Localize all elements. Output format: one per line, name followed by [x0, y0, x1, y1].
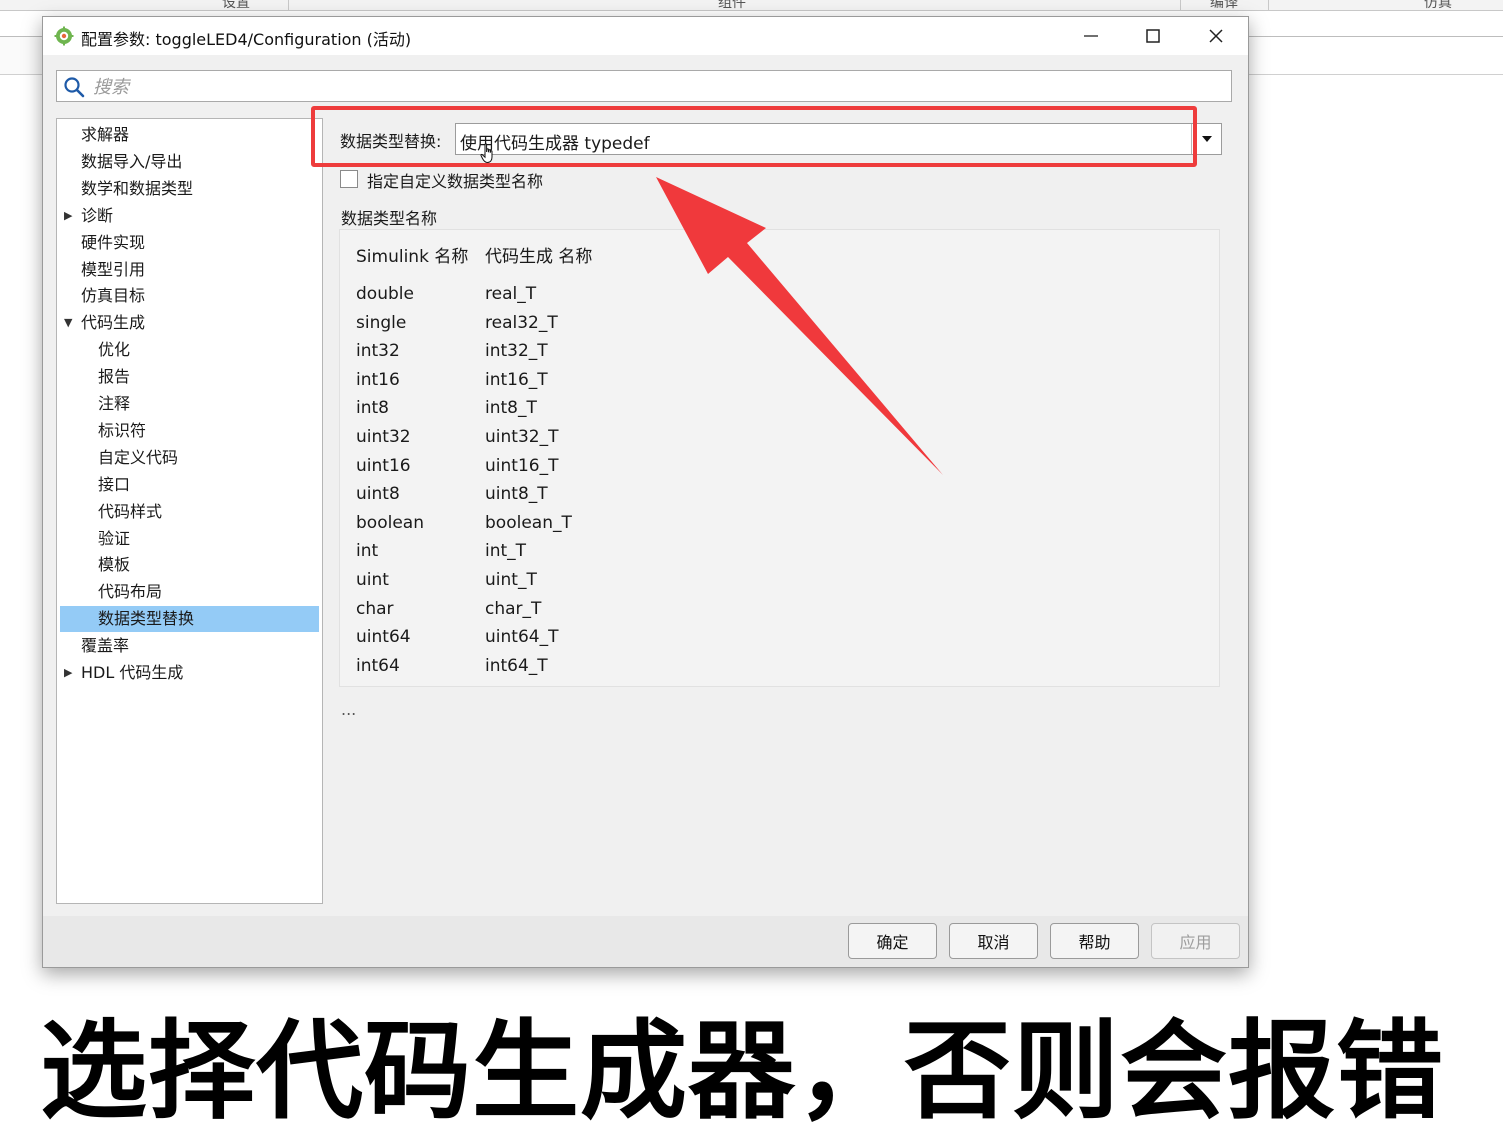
maximize-button[interactable] — [1130, 21, 1176, 51]
background-tab-simulation[interactable]: 仿真 — [1424, 0, 1452, 12]
custom-type-names-label: 指定自定义数据类型名称 — [367, 172, 544, 191]
codegen-type-name: uint_T — [485, 570, 537, 590]
column-header-codegen: 代码生成 名称 — [485, 247, 593, 267]
dialog-footer: 确定 取消 帮助 应用 — [43, 916, 1248, 967]
custom-type-names-checkbox[interactable] — [340, 170, 358, 188]
simulink-type-name: uint — [356, 570, 389, 590]
codegen-type-name: uint16_T — [485, 455, 559, 476]
codegen-type-name: int64_T — [485, 655, 548, 676]
background-panel — [0, 37, 42, 74]
tree-item[interactable]: 优化 — [98, 337, 130, 363]
ok-button[interactable]: 确定 — [848, 923, 937, 959]
simulink-type-name: uint32 — [356, 427, 411, 447]
tree-item[interactable]: 数学和数据类型 — [81, 176, 193, 202]
simulink-type-name: uint16 — [356, 455, 411, 476]
codegen-type-name: char_T — [485, 598, 542, 619]
search-box[interactable] — [56, 70, 1232, 102]
tree-item[interactable]: 求解器 — [81, 122, 129, 148]
cancel-button[interactable]: 取消 — [949, 923, 1038, 959]
tree-item[interactable]: HDL 代码生成 — [81, 660, 183, 686]
tree-item[interactable]: 代码生成 — [81, 310, 145, 336]
simulink-type-name: int32 — [356, 341, 400, 362]
maximize-icon — [1146, 29, 1160, 43]
help-button[interactable]: 帮助 — [1050, 923, 1139, 959]
codegen-type-name: real_T — [485, 284, 537, 304]
search-input[interactable] — [91, 73, 1225, 101]
tree-item[interactable]: 数据导入/导出 — [81, 149, 182, 175]
category-tree[interactable]: 求解器 数据导入/导出 数学和数据类型 ▶ 诊断 硬件实现 模型引用 仿真目标 ▼ 代码生成 优化报… — [56, 118, 323, 904]
search-icon — [64, 77, 85, 98]
collapsed-caret-icon[interactable]: ▶ — [64, 203, 72, 229]
simulink-type-name: char — [356, 598, 394, 619]
title-bar[interactable]: 配置参数: toggleLED4/Configuration (活动) — [43, 17, 1248, 55]
hand-cursor-icon — [480, 143, 493, 164]
codegen-type-name: real32_T — [485, 312, 558, 333]
data-type-replacement-panel: 数据类型替换: 使用代码生成器 typedef 指定自定义数据类型名称 数据类型… — [311, 105, 1236, 905]
simulink-type-name: int8 — [356, 398, 389, 419]
tree-item[interactable]: 硬件实现 — [81, 230, 145, 256]
expanded-caret-icon[interactable]: ▼ — [64, 310, 72, 336]
tree-item[interactable]: 标识符 — [98, 418, 146, 444]
codegen-type-name: uint64_T — [485, 627, 559, 648]
tree-item[interactable]: 模板 — [98, 552, 130, 578]
tree-item[interactable]: 代码布局 — [98, 579, 162, 605]
tree-item[interactable]: 诊断 — [81, 203, 113, 229]
codegen-type-name: int_T — [485, 541, 527, 562]
replace-data-types-dropdown[interactable]: 使用代码生成器 typedef — [455, 123, 1222, 155]
video-caption: 选择代码生成器，否则会报错 — [40, 1010, 1445, 1134]
codegen-type-name: int16_T — [485, 369, 548, 390]
simulink-type-name: uint64 — [356, 627, 411, 648]
minimize-button[interactable] — [1068, 21, 1114, 51]
tree-item[interactable]: 自定义代码 — [98, 445, 178, 471]
simulink-type-name: int16 — [356, 369, 400, 390]
close-button[interactable] — [1193, 21, 1239, 51]
type-names-table: Simulink 名称 代码生成 名称 double real_Tsingle re… — [339, 229, 1220, 687]
background-tab-settings[interactable]: 设置 — [222, 0, 250, 12]
tree-item[interactable]: 模型引用 — [81, 257, 145, 283]
codegen-type-name: int32_T — [485, 341, 548, 362]
tree-item[interactable]: 代码样式 — [98, 499, 162, 525]
tree-item[interactable]: 注释 — [98, 391, 130, 417]
simulink-type-name: int64 — [356, 655, 400, 676]
configuration-dialog: 配置参数: toggleLED4/Configuration (活动) 求解器数… — [42, 16, 1249, 968]
apply-button[interactable]: 应用 — [1151, 923, 1240, 959]
close-icon — [1209, 29, 1223, 43]
chevron-down-icon — [1202, 136, 1212, 142]
simulink-type-name: int — [356, 541, 379, 562]
type-names-section-label: 数据类型名称 — [341, 209, 438, 228]
simulink-type-name: boolean — [356, 512, 424, 533]
tree-item[interactable]: 数据类型替换 — [60, 606, 319, 633]
background-separator — [1268, 0, 1269, 10]
codegen-type-name: uint8_T — [485, 484, 548, 505]
codegen-type-name: int8_T — [485, 398, 537, 419]
background-tab-components[interactable]: 组件 — [718, 0, 746, 12]
tree-item[interactable]: 仿真目标 — [81, 283, 145, 309]
dialog-title: 配置参数: toggleLED4/Configuration (活动) — [81, 30, 412, 49]
simulink-config-icon — [54, 26, 74, 46]
collapsed-caret-icon[interactable]: ▶ — [64, 660, 72, 686]
codegen-type-name: uint32_T — [485, 427, 559, 447]
simulink-type-name: single — [356, 312, 407, 333]
replace-data-types-label: 数据类型替换: — [340, 132, 442, 151]
tree-item[interactable]: 报告 — [98, 364, 130, 390]
column-header-simulink: Simulink 名称 — [356, 247, 469, 267]
tree-item[interactable]: 覆盖率 — [81, 633, 129, 659]
codegen-type-name: boolean_T — [485, 512, 572, 533]
simulink-type-name: uint8 — [356, 484, 400, 505]
simulink-type-name: double — [356, 284, 414, 304]
tree-item[interactable]: 接口 — [98, 472, 130, 498]
more-ellipsis: ... — [341, 700, 357, 719]
background-separator — [288, 0, 289, 10]
minimize-icon — [1084, 35, 1098, 37]
tree-item[interactable]: 验证 — [98, 526, 130, 552]
background-tab-build[interactable]: 编译 — [1210, 0, 1238, 12]
background-separator — [1180, 0, 1181, 10]
dropdown-arrow-button[interactable] — [1191, 124, 1222, 154]
